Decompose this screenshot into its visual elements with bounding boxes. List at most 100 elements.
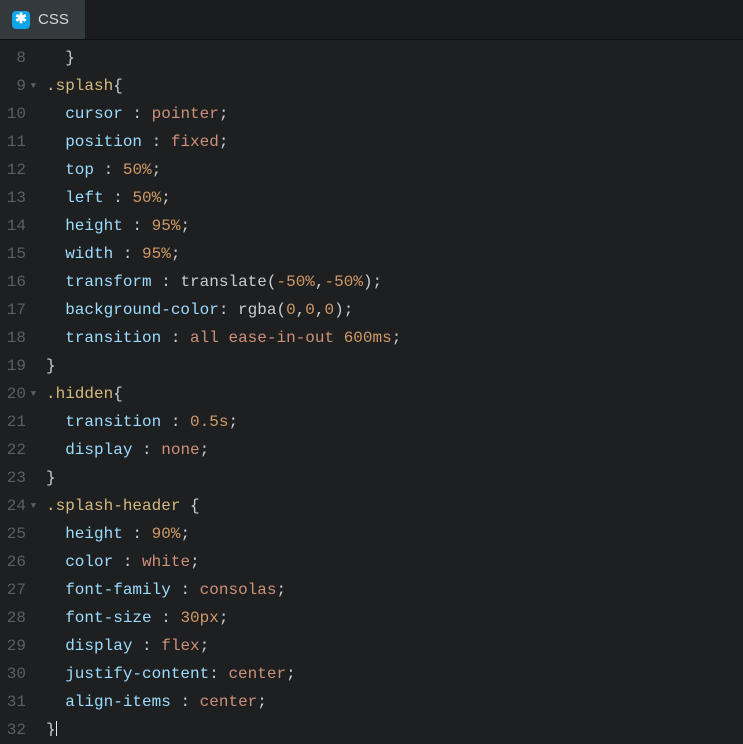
token-val: flex bbox=[161, 637, 199, 655]
code-line[interactable]: width : 95%; bbox=[46, 240, 743, 268]
token-plain bbox=[171, 609, 181, 627]
line-number: 29 bbox=[0, 632, 26, 660]
token-num: 50 bbox=[123, 161, 142, 179]
token-punc: ( bbox=[276, 301, 286, 319]
token-sel: .splash-header bbox=[46, 497, 180, 515]
token-plain bbox=[123, 189, 133, 207]
token-plain bbox=[142, 133, 152, 151]
line-number: 14 bbox=[0, 212, 26, 240]
token-punc: : bbox=[132, 525, 142, 543]
line-number-gutter: 89▼1011121314151617181920▼21222324▼25262… bbox=[0, 40, 36, 736]
code-line[interactable]: background-color: rgba(0,0,0); bbox=[46, 296, 743, 324]
token-val: fixed bbox=[171, 133, 219, 151]
token-punc: : bbox=[219, 301, 229, 319]
token-punc: : bbox=[180, 581, 190, 599]
token-plain bbox=[190, 693, 200, 711]
line-number: 13 bbox=[0, 184, 26, 212]
code-line[interactable]: height : 95%; bbox=[46, 212, 743, 240]
code-line[interactable]: transition : all ease-in-out 600ms; bbox=[46, 324, 743, 352]
token-plain bbox=[161, 329, 171, 347]
token-prop: background-color bbox=[65, 301, 219, 319]
token-punc: ; bbox=[161, 189, 171, 207]
fold-icon[interactable]: ▼ bbox=[31, 492, 36, 520]
token-punc: ; bbox=[152, 161, 162, 179]
code-line[interactable]: transform : translate(-50%,-50%); bbox=[46, 268, 743, 296]
token-plain bbox=[132, 441, 142, 459]
code-line[interactable]: font-size : 30px; bbox=[46, 604, 743, 632]
code-line[interactable]: color : white; bbox=[46, 548, 743, 576]
token-punc: ; bbox=[180, 217, 190, 235]
token-plain bbox=[152, 273, 162, 291]
line-number: 28 bbox=[0, 604, 26, 632]
line-number: 32 bbox=[0, 716, 26, 744]
token-plain bbox=[123, 525, 133, 543]
tab-css[interactable]: ✱ CSS bbox=[0, 0, 85, 39]
code-line[interactable]: } bbox=[46, 464, 743, 492]
code-line[interactable]: .splash{ bbox=[46, 72, 743, 100]
line-number: 22 bbox=[0, 436, 26, 464]
code-line[interactable]: transition : 0.5s; bbox=[46, 408, 743, 436]
token-val: pointer bbox=[152, 105, 219, 123]
code-line[interactable]: font-family : consolas; bbox=[46, 576, 743, 604]
token-plain bbox=[46, 665, 65, 683]
token-plain bbox=[190, 581, 200, 599]
line-number: 18 bbox=[0, 324, 26, 352]
token-punc: ) bbox=[334, 301, 344, 319]
token-num: 30 bbox=[180, 609, 199, 627]
code-line[interactable]: height : 90%; bbox=[46, 520, 743, 548]
token-punc: { bbox=[190, 497, 200, 515]
code-line[interactable]: cursor : pointer; bbox=[46, 100, 743, 128]
token-punc: , bbox=[315, 301, 325, 319]
token-plain bbox=[46, 105, 65, 123]
token-punc: : bbox=[171, 413, 181, 431]
token-punc: , bbox=[315, 273, 325, 291]
token-unit: % bbox=[171, 525, 181, 543]
code-line[interactable]: } bbox=[46, 352, 743, 380]
token-punc: } bbox=[65, 49, 75, 67]
token-prop: display bbox=[65, 637, 132, 655]
token-plain bbox=[46, 49, 65, 67]
token-num: 0 bbox=[305, 301, 315, 319]
code-line[interactable]: } bbox=[46, 44, 743, 72]
code-line[interactable]: align-items : center; bbox=[46, 688, 743, 716]
token-num: 95 bbox=[142, 245, 161, 263]
code-line[interactable]: left : 50%; bbox=[46, 184, 743, 212]
code-line[interactable]: .splash-header { bbox=[46, 492, 743, 520]
token-prop: transition bbox=[65, 413, 161, 431]
token-prop: top bbox=[65, 161, 94, 179]
token-num: 0 bbox=[286, 301, 296, 319]
code-line[interactable]: top : 50%; bbox=[46, 156, 743, 184]
token-punc: : bbox=[123, 245, 133, 263]
token-plain bbox=[94, 161, 104, 179]
token-num: -50 bbox=[325, 273, 354, 291]
line-number: 16 bbox=[0, 268, 26, 296]
token-unit: % bbox=[171, 217, 181, 235]
token-plain bbox=[132, 245, 142, 263]
fold-icon[interactable]: ▼ bbox=[31, 72, 36, 100]
token-plain bbox=[219, 665, 229, 683]
code-editor[interactable]: 89▼1011121314151617181920▼21222324▼25262… bbox=[0, 40, 743, 736]
token-punc: ; bbox=[171, 245, 181, 263]
token-plain bbox=[113, 553, 123, 571]
code-line[interactable]: display : none; bbox=[46, 436, 743, 464]
token-prop: transition bbox=[65, 329, 161, 347]
token-punc: : bbox=[209, 665, 219, 683]
token-plain bbox=[171, 693, 181, 711]
token-punc: : bbox=[152, 133, 162, 151]
code-area[interactable]: }.splash{ cursor : pointer; position : f… bbox=[36, 40, 743, 736]
code-line[interactable]: } bbox=[46, 716, 743, 736]
token-unit: % bbox=[161, 245, 171, 263]
code-line[interactable]: display : flex; bbox=[46, 632, 743, 660]
token-unit: % bbox=[152, 189, 162, 207]
code-line[interactable]: position : fixed; bbox=[46, 128, 743, 156]
line-number: 15 bbox=[0, 240, 26, 268]
code-line[interactable]: .hidden{ bbox=[46, 380, 743, 408]
fold-icon[interactable]: ▼ bbox=[31, 380, 36, 408]
tab-bar: ✱ CSS bbox=[0, 0, 743, 40]
token-plain bbox=[46, 329, 65, 347]
token-sel: .splash bbox=[46, 77, 113, 95]
token-plain bbox=[123, 217, 133, 235]
token-func: translate bbox=[180, 273, 266, 291]
token-plain bbox=[161, 133, 171, 151]
code-line[interactable]: justify-content: center; bbox=[46, 660, 743, 688]
